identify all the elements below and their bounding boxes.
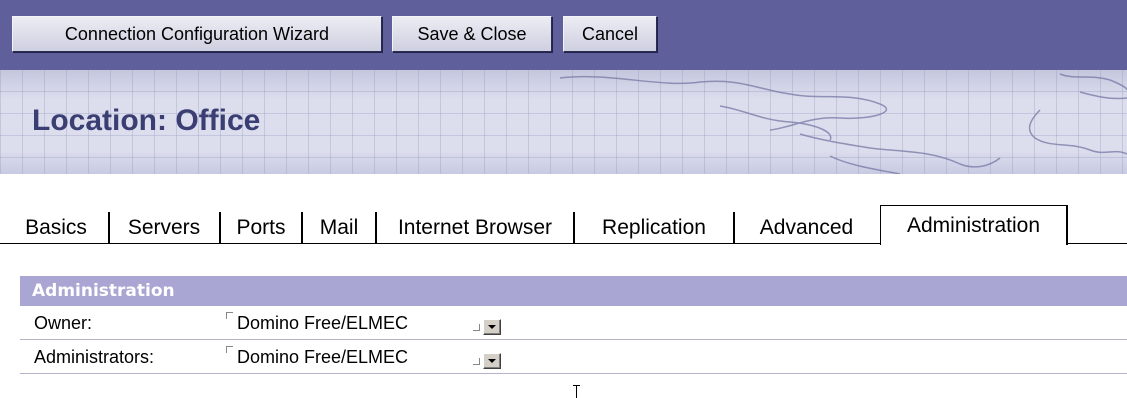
owner-value[interactable]: Domino Free/ELMEC — [237, 313, 408, 334]
administrators-row: Administrators: Domino Free/ELMEC — [20, 340, 1127, 374]
tab-replication[interactable]: Replication — [575, 212, 735, 243]
action-bar: Connection Configuration Wizard Save & C… — [0, 0, 1127, 70]
cancel-button[interactable]: Cancel — [563, 16, 657, 52]
tab-strip: Basics Servers Ports Mail Internet Brows… — [0, 204, 1127, 248]
text-cursor-icon — [572, 385, 582, 398]
owner-field[interactable]: Domino Free/ELMEC — [226, 306, 526, 339]
owner-label: Owner: — [34, 313, 93, 333]
tab-servers[interactable]: Servers — [109, 212, 221, 243]
administrators-dropdown-button[interactable] — [483, 353, 501, 369]
save-and-close-button[interactable]: Save & Close — [392, 16, 552, 52]
tab-administration[interactable]: Administration — [880, 205, 1068, 245]
tab-basics[interactable]: Basics — [4, 212, 110, 243]
field-open-bracket — [226, 312, 233, 319]
field-open-bracket — [226, 346, 233, 353]
tab-mail[interactable]: Mail — [303, 212, 377, 243]
tab-advanced[interactable]: Advanced — [735, 212, 878, 243]
administrators-value[interactable]: Domino Free/ELMEC — [237, 347, 408, 368]
administrators-field[interactable]: Domino Free/ELMEC — [226, 340, 526, 373]
owner-dropdown-button[interactable] — [483, 319, 501, 335]
administrators-label: Administrators: — [34, 347, 155, 367]
field-close-bracket — [473, 358, 480, 365]
location-banner: Location: Office — [0, 70, 1127, 174]
owner-row: Owner: Domino Free/ELMEC — [20, 306, 1127, 340]
chevron-down-icon — [488, 325, 496, 329]
tab-internet-browser[interactable]: Internet Browser — [377, 212, 575, 243]
connection-wizard-button[interactable]: Connection Configuration Wizard — [12, 16, 382, 52]
tab-ports[interactable]: Ports — [221, 212, 303, 243]
page-title: Location: Office — [32, 104, 261, 137]
chevron-down-icon — [488, 359, 496, 363]
field-close-bracket — [473, 324, 480, 331]
section-header: Administration — [20, 276, 1127, 306]
